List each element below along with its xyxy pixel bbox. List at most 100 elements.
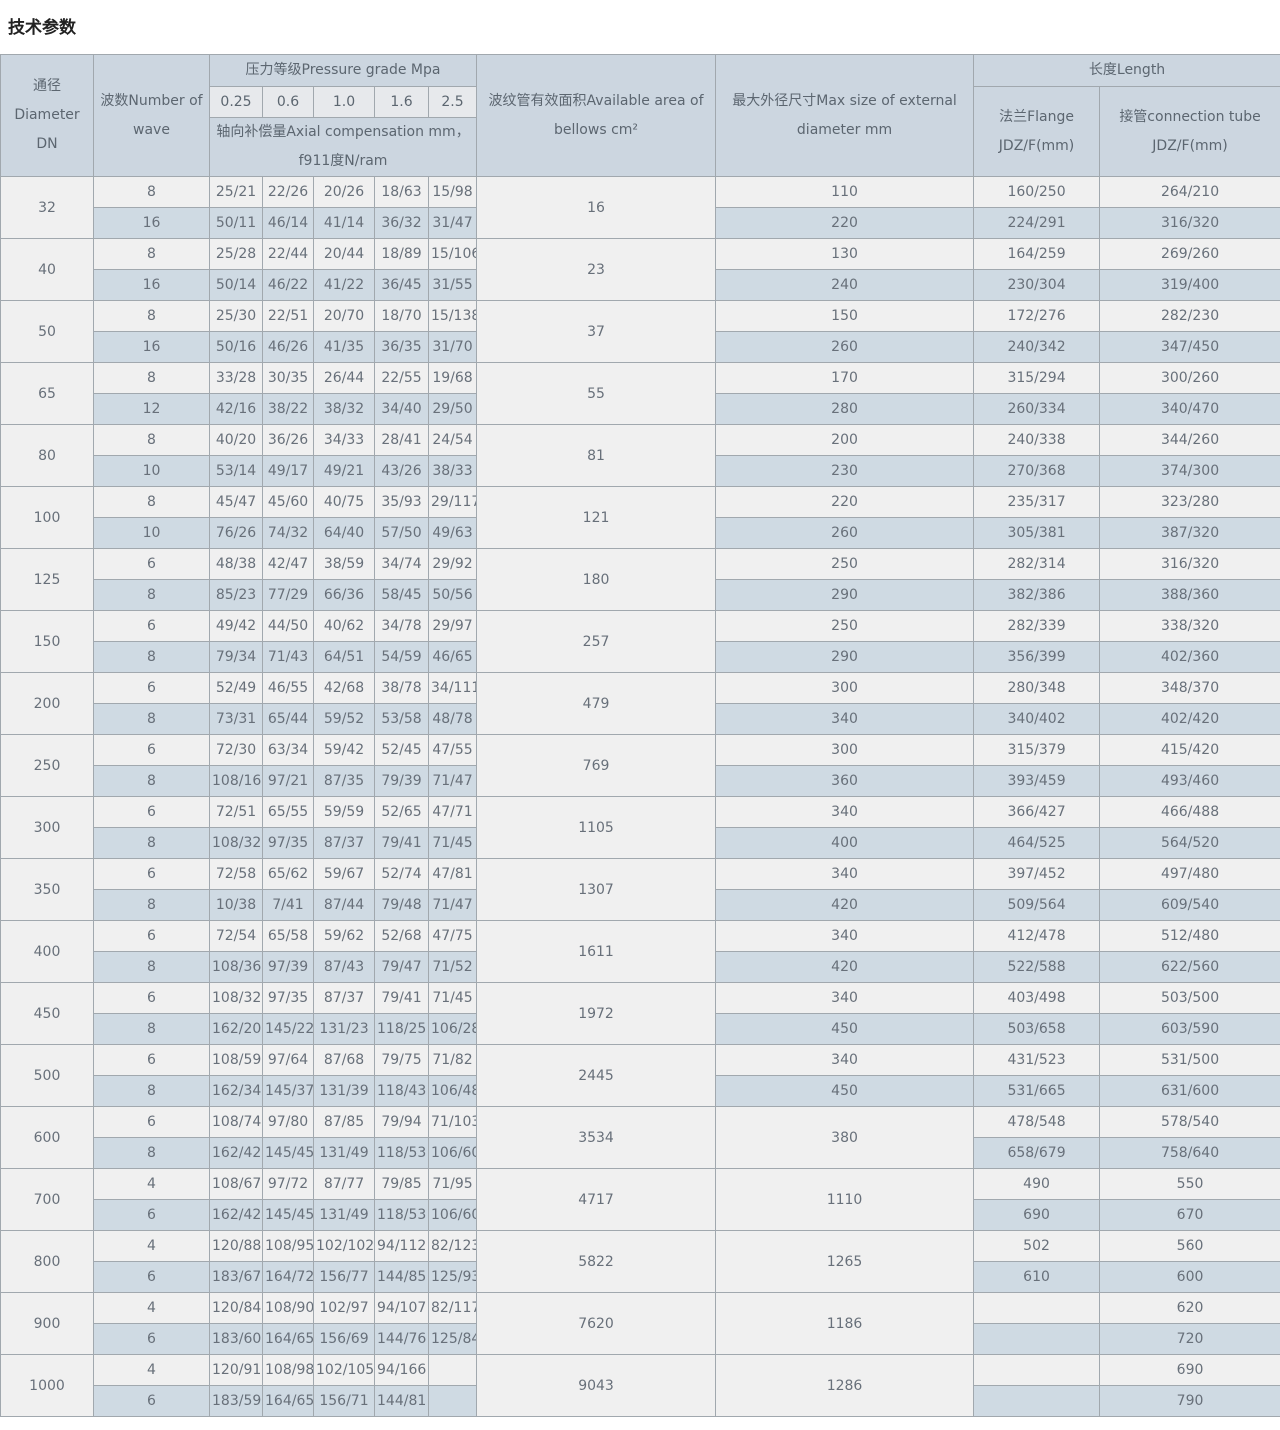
- table-row-dn450-wave6: 4506108/3297/3587/3779/4171/451972340403…: [1, 983, 1280, 1014]
- axial-compensation-cell-p4: 47/55: [429, 735, 477, 766]
- flange-length-cell: 260/334: [974, 394, 1100, 425]
- max-size-cell: 110: [716, 177, 974, 208]
- diameter-cell: 40: [1, 239, 94, 301]
- axial-compensation-cell-p3: 34/78: [375, 611, 429, 642]
- axial-compensation-cell-p0: 108/16: [210, 766, 263, 797]
- axial-compensation-cell-p4: 82/123: [429, 1231, 477, 1262]
- wave-count-cell: 6: [94, 673, 210, 704]
- axial-compensation-cell-p2: 26/44: [314, 363, 375, 394]
- axial-compensation-cell-p2: 87/43: [314, 952, 375, 983]
- table-row-dn350-wave6: 350672/5865/6259/6752/7447/811307340397/…: [1, 859, 1280, 890]
- tube-length-cell: 402/420: [1100, 704, 1280, 735]
- axial-compensation-cell-p3: 118/53: [375, 1138, 429, 1169]
- axial-compensation-cell-p0: 76/26: [210, 518, 263, 549]
- tube-length-cell: 387/320: [1100, 518, 1280, 549]
- header-diameter: 通径Diameter DN: [1, 55, 94, 177]
- axial-compensation-cell-p4: 47/81: [429, 859, 477, 890]
- tube-length-cell: 344/260: [1100, 425, 1280, 456]
- axial-compensation-cell-p2: 40/75: [314, 487, 375, 518]
- wave-count-cell: 6: [94, 549, 210, 580]
- header-bellows-area: 波纹管有效面积Available area of bellows cm²: [477, 55, 716, 177]
- axial-compensation-cell-p2: 38/59: [314, 549, 375, 580]
- axial-compensation-cell-p2: 102/105: [314, 1355, 375, 1386]
- axial-compensation-cell-p1: 71/43: [263, 642, 314, 673]
- flange-length-cell: 464/525: [974, 828, 1100, 859]
- max-size-cell: 340: [716, 921, 974, 952]
- max-size-cell: 340: [716, 704, 974, 735]
- axial-compensation-cell-p2: 20/70: [314, 301, 375, 332]
- wave-count-cell: 8: [94, 177, 210, 208]
- axial-compensation-cell-p3: 34/40: [375, 394, 429, 425]
- axial-compensation-cell-p2: 20/26: [314, 177, 375, 208]
- axial-compensation-cell-p3: 52/45: [375, 735, 429, 766]
- axial-compensation-cell-p3: 79/41: [375, 983, 429, 1014]
- tube-length-cell: 497/480: [1100, 859, 1280, 890]
- axial-compensation-cell-p3: 118/43: [375, 1076, 429, 1107]
- axial-compensation-cell-p3: 79/75: [375, 1045, 429, 1076]
- tube-length-cell: 670: [1100, 1200, 1280, 1231]
- axial-compensation-cell-p0: 108/32: [210, 828, 263, 859]
- flange-length-cell: 160/250: [974, 177, 1100, 208]
- axial-compensation-cell-p3: 94/112: [375, 1231, 429, 1262]
- axial-compensation-cell-p0: 183/67: [210, 1262, 263, 1293]
- max-size-cell: 1110: [716, 1169, 974, 1231]
- axial-compensation-cell-p4: 71/103: [429, 1107, 477, 1138]
- axial-compensation-cell-p1: 7/41: [263, 890, 314, 921]
- tube-length-cell: 338/320: [1100, 611, 1280, 642]
- flange-length-cell: 172/276: [974, 301, 1100, 332]
- table-row-dn1000-wave4: 10004120/91108/98102/10594/1669043128669…: [1, 1355, 1280, 1386]
- tube-length-cell: 620: [1100, 1293, 1280, 1324]
- axial-compensation-cell-p3: 43/26: [375, 456, 429, 487]
- axial-compensation-cell-p4: 31/55: [429, 270, 477, 301]
- flange-length-cell: 235/317: [974, 487, 1100, 518]
- axial-compensation-cell-p2: 59/59: [314, 797, 375, 828]
- table-row-dn125-wave6: 125648/3842/4738/5934/7429/92180250282/3…: [1, 549, 1280, 580]
- bellows-area-cell: 257: [477, 611, 716, 673]
- max-size-cell: 250: [716, 549, 974, 580]
- axial-compensation-cell-p3: 144/85: [375, 1262, 429, 1293]
- wave-count-cell: 8: [94, 1014, 210, 1045]
- axial-compensation-cell-p4: 29/50: [429, 394, 477, 425]
- axial-compensation-cell-p4: 29/97: [429, 611, 477, 642]
- flange-length-cell: 305/381: [974, 518, 1100, 549]
- flange-length-cell: 270/368: [974, 456, 1100, 487]
- tube-length-cell: 300/260: [1100, 363, 1280, 394]
- tube-length-cell: 600: [1100, 1262, 1280, 1293]
- axial-compensation-cell-p0: 52/49: [210, 673, 263, 704]
- flange-length-cell: [974, 1355, 1100, 1386]
- axial-compensation-cell-p1: 145/45: [263, 1138, 314, 1169]
- diameter-cell: 700: [1, 1169, 94, 1231]
- axial-compensation-cell-p4: 71/52: [429, 952, 477, 983]
- flange-length-cell: 315/294: [974, 363, 1100, 394]
- flange-length-cell: 224/291: [974, 208, 1100, 239]
- tube-length-cell: 503/500: [1100, 983, 1280, 1014]
- axial-compensation-cell-p0: 108/74: [210, 1107, 263, 1138]
- diameter-cell: 800: [1, 1231, 94, 1293]
- max-size-cell: 290: [716, 642, 974, 673]
- max-size-cell: 340: [716, 859, 974, 890]
- axial-compensation-cell-p4: 50/56: [429, 580, 477, 611]
- diameter-cell: 125: [1, 549, 94, 611]
- axial-compensation-cell-p1: 97/35: [263, 828, 314, 859]
- header-max-size: 最大外径尺寸Max size of external diameter mm: [716, 55, 974, 177]
- axial-compensation-cell-p2: 131/49: [314, 1200, 375, 1231]
- axial-compensation-cell-p0: 183/60: [210, 1324, 263, 1355]
- tube-length-cell: 316/320: [1100, 208, 1280, 239]
- axial-compensation-cell-p4: 106/60: [429, 1200, 477, 1231]
- wave-count-cell: 8: [94, 1076, 210, 1107]
- flange-length-cell: 509/564: [974, 890, 1100, 921]
- axial-compensation-cell-p0: 72/58: [210, 859, 263, 890]
- tube-length-cell: 564/520: [1100, 828, 1280, 859]
- axial-compensation-cell-p2: 59/67: [314, 859, 375, 890]
- axial-compensation-cell-p4: 29/92: [429, 549, 477, 580]
- axial-compensation-cell-p3: 94/166: [375, 1355, 429, 1386]
- max-size-cell: 340: [716, 797, 974, 828]
- table-row-dn600-wave6: 6006108/7497/8087/8579/9471/103353438047…: [1, 1107, 1280, 1138]
- diameter-cell: 80: [1, 425, 94, 487]
- wave-count-cell: 8: [94, 1138, 210, 1169]
- axial-compensation-cell-p2: 102/102: [314, 1231, 375, 1262]
- table-row-dn400-wave6: 400672/5465/5859/6252/6847/751611340412/…: [1, 921, 1280, 952]
- axial-compensation-cell-p1: 164/65: [263, 1324, 314, 1355]
- axial-compensation-cell-p4: 46/65: [429, 642, 477, 673]
- axial-compensation-cell-p4: 71/47: [429, 890, 477, 921]
